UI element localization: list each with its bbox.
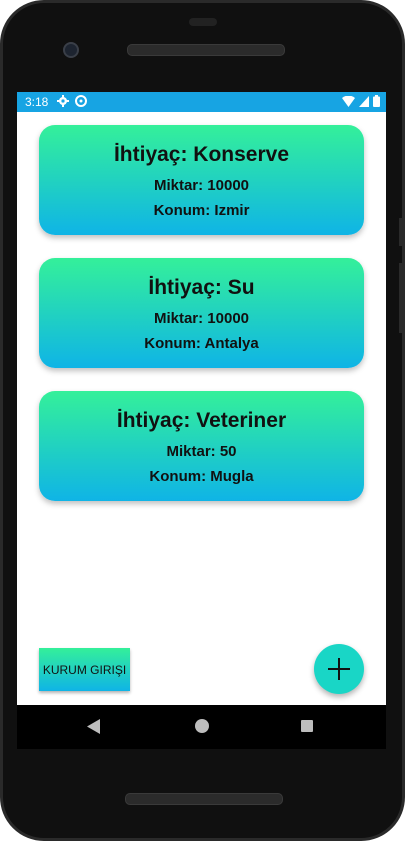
need-card[interactable]: İhtiyaç: Veteriner Miktar: 50 Konum: Mug… xyxy=(39,391,364,501)
side-button xyxy=(399,218,402,246)
institution-login-button[interactable]: KURUM GIRIŞI xyxy=(39,648,130,691)
need-location: Konum: Mugla xyxy=(149,468,254,485)
app-screen: 3:18 İhtiyaç: Konserve Miktar: 10000 Kon… xyxy=(17,92,386,705)
plus-icon xyxy=(328,658,350,680)
home-icon[interactable] xyxy=(195,719,209,733)
add-button[interactable] xyxy=(314,644,364,694)
signal-icon xyxy=(359,95,369,107)
volume-button xyxy=(399,263,402,333)
recents-icon[interactable] xyxy=(301,720,313,732)
status-time: 3:18 xyxy=(25,95,49,109)
earpiece-slot xyxy=(189,18,217,26)
need-amount: Miktar: 50 xyxy=(166,443,237,460)
wifi-icon xyxy=(342,95,355,107)
need-location: Konum: Antalya xyxy=(144,335,259,352)
need-card[interactable]: İhtiyaç: Konserve Miktar: 10000 Konum: I… xyxy=(39,125,364,235)
need-amount: Miktar: 10000 xyxy=(153,177,250,194)
sync-icon xyxy=(75,95,87,107)
battery-icon xyxy=(373,95,380,107)
need-location: Konum: Izmir xyxy=(153,202,250,219)
need-card[interactable]: İhtiyaç: Su Miktar: 10000 Konum: Antalya xyxy=(39,258,364,368)
status-bar: 3:18 xyxy=(17,92,386,112)
system-nav-bar xyxy=(17,705,386,749)
gear-icon xyxy=(57,95,69,107)
back-icon[interactable] xyxy=(87,719,100,734)
top-speaker xyxy=(127,44,285,56)
need-title: İhtiyaç: Konserve xyxy=(113,143,290,166)
need-title: İhtiyaç: Su xyxy=(148,276,255,299)
front-camera xyxy=(63,42,79,58)
need-title: İhtiyaç: Veteriner xyxy=(116,409,287,432)
bottom-speaker xyxy=(125,793,283,805)
need-amount: Miktar: 10000 xyxy=(153,310,250,327)
